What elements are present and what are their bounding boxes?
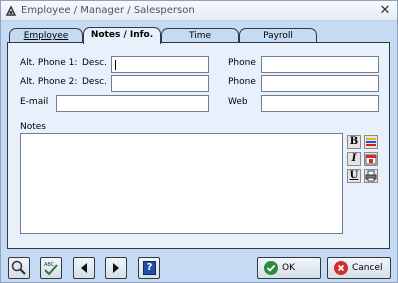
ok-button[interactable]: OK — [257, 257, 321, 279]
alt-phone1-desc-label: Desc. — [82, 58, 107, 68]
alt-phone2-field[interactable] — [261, 75, 379, 92]
employee-dialog: Employee / Manager / Salesperson ✕ Emplo… — [0, 0, 398, 283]
print-button[interactable] — [364, 169, 378, 183]
close-button[interactable]: ✕ — [377, 3, 393, 19]
color-lines-icon — [366, 138, 376, 146]
alt-phone2-desc-label: Desc. — [82, 77, 107, 87]
calendar-button[interactable] — [364, 152, 378, 166]
tab-label: Employee — [23, 31, 69, 41]
help-icon: ? — [143, 261, 156, 275]
app-icon — [5, 5, 17, 16]
web-label: Web — [228, 97, 248, 107]
email-field[interactable] — [56, 95, 209, 112]
alt-phone1-field[interactable] — [261, 56, 379, 73]
arrow-right-icon — [113, 263, 119, 273]
check-circle-icon — [264, 261, 278, 275]
notes-textarea[interactable] — [20, 133, 343, 234]
calendar-icon — [365, 154, 377, 165]
spell-check-button[interactable]: ABC — [40, 257, 62, 279]
email-label: E-mail — [20, 97, 49, 107]
phone2-label: Phone — [228, 77, 256, 87]
svg-text:ABC: ABC — [44, 262, 55, 268]
title-bar[interactable]: Employee / Manager / Salesperson ✕ — [1, 1, 397, 21]
previous-button[interactable] — [73, 257, 95, 279]
help-button[interactable]: ? — [138, 257, 160, 279]
spell-check-icon: ABC — [44, 262, 58, 276]
bold-button[interactable]: B — [347, 135, 361, 149]
web-field[interactable] — [261, 95, 379, 112]
italic-button[interactable]: I — [347, 152, 361, 166]
text-cursor — [115, 60, 116, 70]
cancel-button[interactable]: Cancel — [327, 257, 391, 279]
color-lines-button[interactable] — [364, 135, 378, 149]
notes-info-panel: Alt. Phone 1: Desc. Phone Alt. Phone 2: … — [7, 42, 390, 249]
tab-payroll[interactable]: Payroll — [239, 28, 317, 43]
next-button[interactable] — [105, 257, 127, 279]
phone1-label: Phone — [228, 58, 256, 68]
search-button[interactable] — [8, 257, 30, 279]
tab-time[interactable]: Time — [161, 28, 239, 43]
tab-label: Payroll — [263, 31, 293, 41]
tab-label: Notes / Info. — [90, 30, 154, 40]
alt-phone1-desc-field[interactable] — [111, 56, 209, 73]
tab-employee[interactable]: Employee — [9, 28, 83, 43]
tab-label: Time — [188, 31, 212, 41]
alt-phone2-desc-field[interactable] — [111, 75, 209, 92]
alt-phone1-label: Alt. Phone 1: — [20, 58, 78, 68]
alt-phone2-label: Alt. Phone 2: — [20, 77, 78, 87]
tab-notes-info[interactable]: Notes / Info. — [83, 27, 161, 44]
help-label: ? — [146, 262, 153, 273]
arrow-left-icon — [81, 263, 87, 273]
underline-button[interactable]: U — [347, 169, 361, 183]
window-title: Employee / Manager / Salesperson — [21, 5, 195, 16]
cancel-label: Cancel — [352, 263, 383, 273]
ok-label: OK — [282, 263, 295, 273]
notes-label: Notes — [20, 122, 46, 132]
cancel-circle-icon — [334, 261, 348, 275]
magnifier-icon — [11, 260, 26, 275]
printer-icon — [365, 170, 377, 182]
